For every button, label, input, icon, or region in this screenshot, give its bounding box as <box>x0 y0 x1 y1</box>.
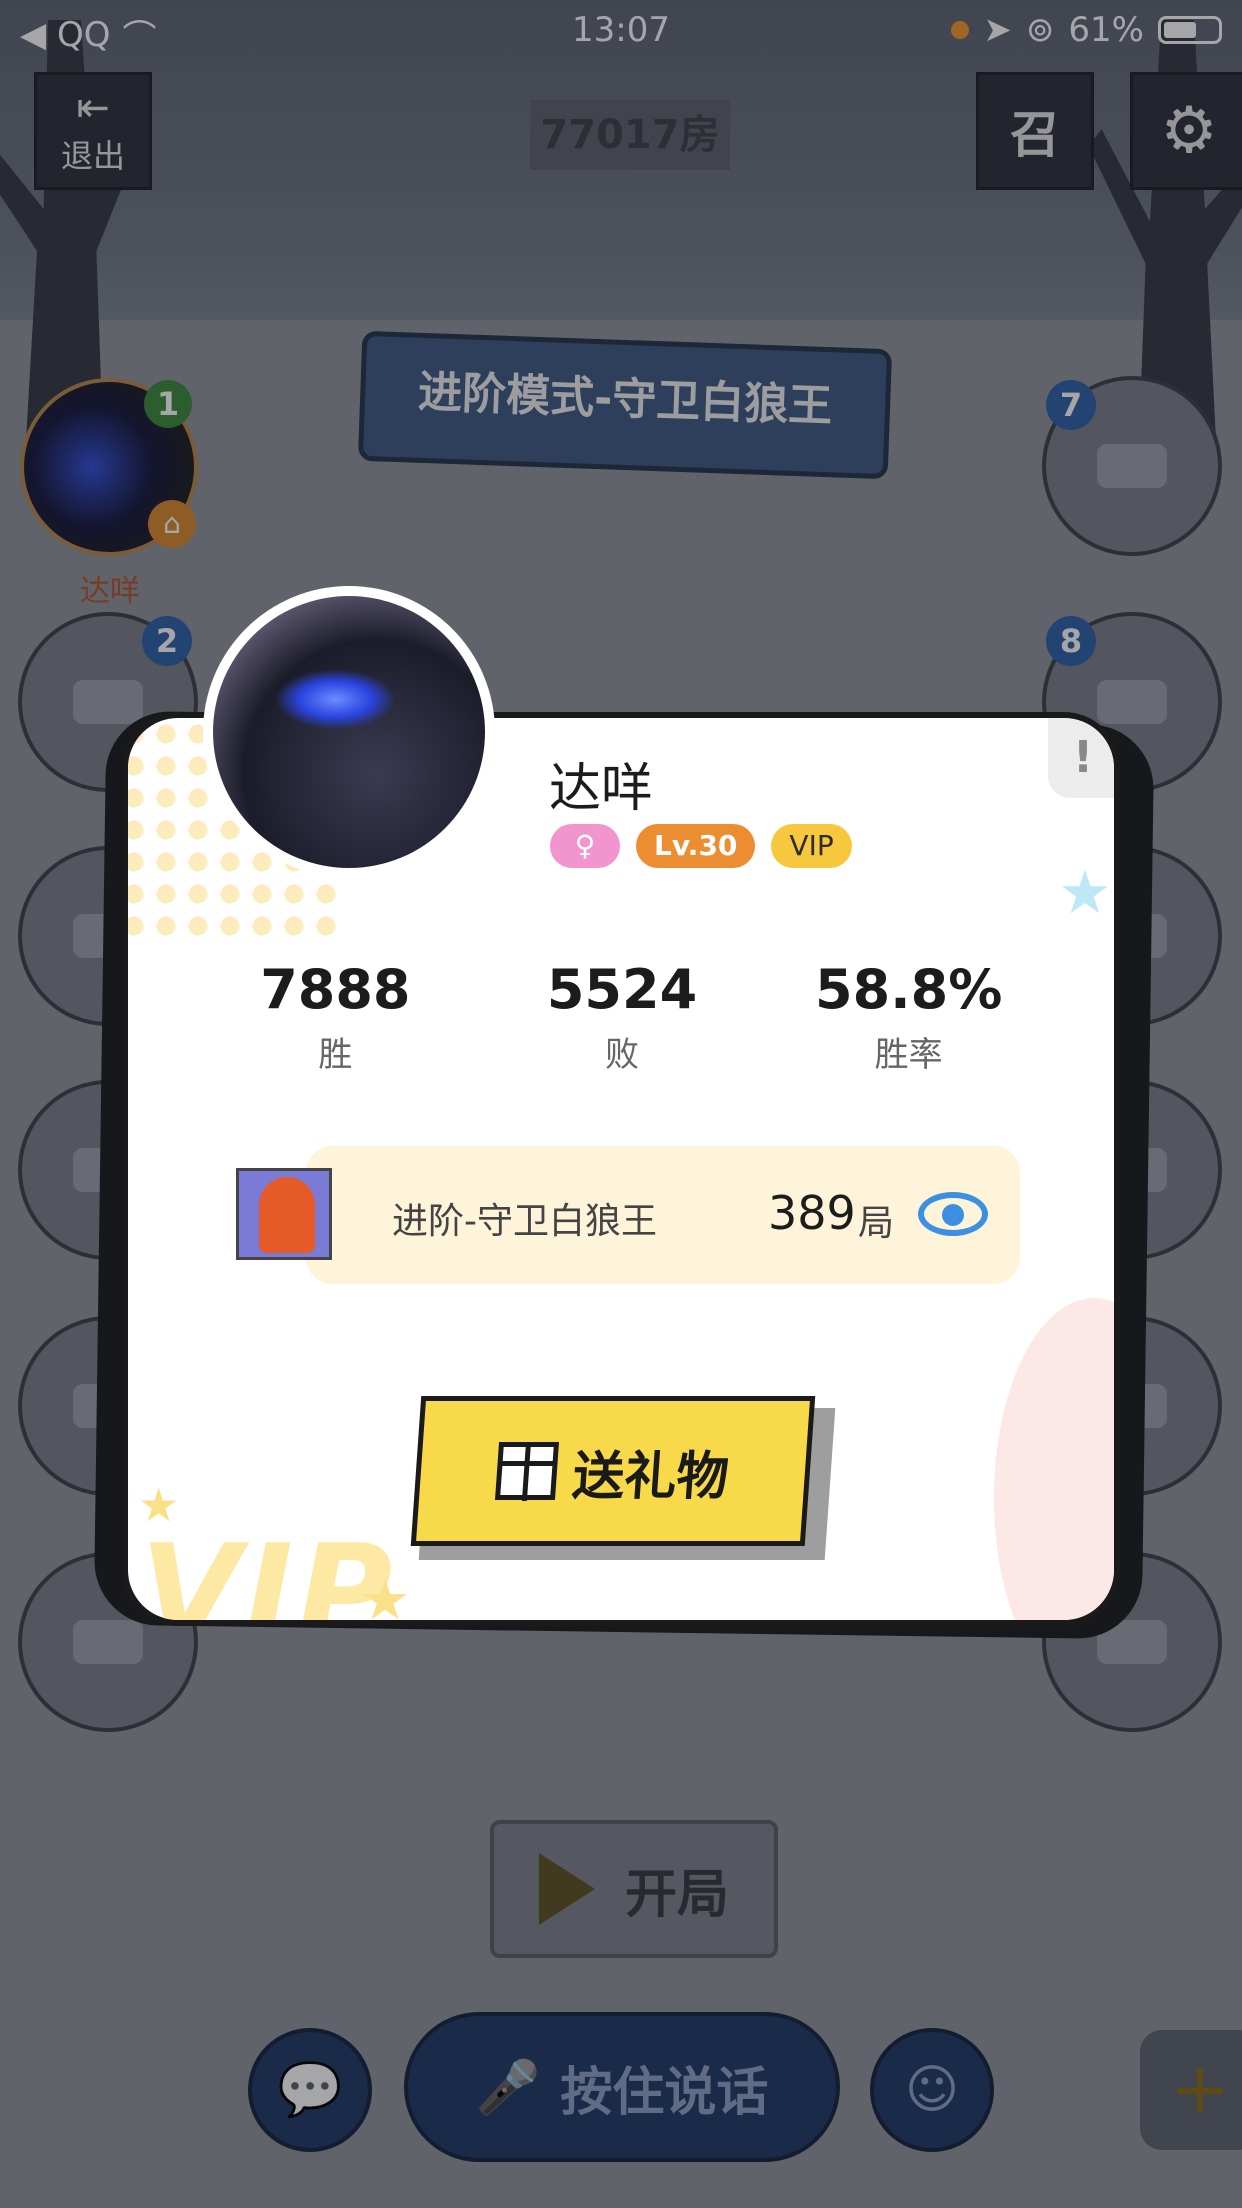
send-gift-label: 送礼物 <box>570 1446 731 1507</box>
profile-stats: 7888 胜 5524 败 58.8% 胜率 <box>192 958 1052 1076</box>
star-icon: ★ <box>360 1568 411 1626</box>
profile-avatar[interactable] <box>203 586 495 878</box>
stat-wins: 7888 胜 <box>192 958 479 1076</box>
stat-label: 胜 <box>318 1035 353 1075</box>
gift-icon <box>494 1442 560 1500</box>
stat-label: 胜率 <box>874 1035 943 1075</box>
stat-value: 5524 <box>546 958 698 1021</box>
vip-badge: VIP <box>771 824 852 868</box>
send-gift-button[interactable]: 送礼物 <box>410 1396 816 1546</box>
avatar-image <box>213 596 485 868</box>
mode-icon <box>236 1168 332 1260</box>
mode-record-unit: 局 <box>858 1203 895 1244</box>
stat-losses: 5524 败 <box>479 958 766 1076</box>
level-badge: Lv.30 <box>636 824 756 868</box>
mode-record-count: 389 <box>768 1186 856 1240</box>
star-icon: ★ <box>1058 858 1112 928</box>
gender-badge: ♀ <box>550 824 620 868</box>
eye-icon[interactable] <box>918 1192 988 1236</box>
report-button[interactable]: ! <box>1048 718 1114 798</box>
profile-badges: ♀ Lv.30 VIP <box>550 824 852 868</box>
stat-label: 败 <box>605 1035 639 1075</box>
stat-win-rate: 58.8% 胜率 <box>765 958 1052 1076</box>
profile-nickname: 达咩 <box>549 759 654 819</box>
stat-value: 7888 <box>260 958 411 1021</box>
pink-decoration <box>994 1298 1114 1620</box>
vip-watermark: VIP <box>140 1516 397 1626</box>
stat-value: 58.8% <box>815 958 1003 1021</box>
star-icon: ★ <box>138 1478 180 1532</box>
mode-record-name: 进阶-守卫白狼王 <box>392 1201 657 1242</box>
warrior-helmet-icon <box>259 1177 315 1253</box>
